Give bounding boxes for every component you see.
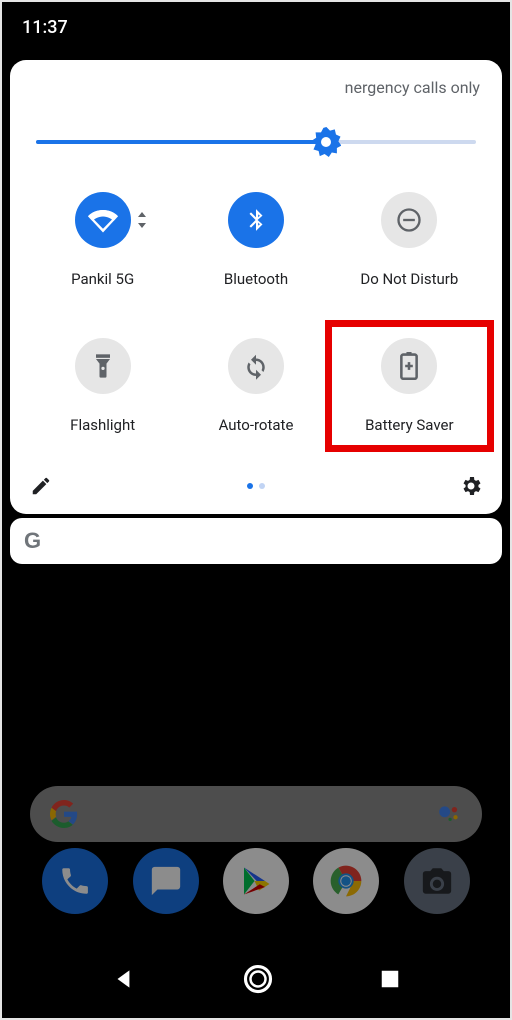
- wifi-icon: [88, 205, 118, 235]
- network-status-text: nergency calls only: [28, 78, 484, 100]
- app-camera[interactable]: [404, 848, 470, 914]
- edit-button[interactable]: [28, 473, 54, 499]
- tile-bluetooth[interactable]: Bluetooth: [181, 192, 330, 288]
- messages-icon: [149, 864, 183, 898]
- bluetooth-icon: [243, 207, 269, 233]
- status-bar: 11:37: [2, 2, 510, 52]
- assistant-icon: [436, 801, 462, 827]
- nav-recent-button[interactable]: [379, 968, 401, 994]
- google-g-icon: G: [24, 528, 41, 554]
- app-messages[interactable]: [133, 848, 199, 914]
- phone-icon: [58, 864, 92, 898]
- qs-tiles: Pankil 5G Bluetooth D: [28, 192, 484, 434]
- dock: [2, 848, 510, 914]
- home-search-pill[interactable]: [30, 786, 482, 842]
- tile-label: Auto-rotate: [219, 416, 294, 434]
- tile-dnd[interactable]: Do Not Disturb: [335, 192, 484, 288]
- back-icon: [111, 966, 137, 992]
- pencil-icon: [30, 475, 52, 497]
- page-dot: [259, 483, 265, 489]
- tile-flashlight[interactable]: Flashlight: [28, 338, 177, 434]
- gear-icon: [459, 474, 483, 498]
- tile-label: Battery Saver: [365, 416, 453, 434]
- app-chrome[interactable]: [313, 848, 379, 914]
- slider-thumb[interactable]: [311, 127, 341, 157]
- chrome-icon: [323, 858, 369, 904]
- tile-label: Do Not Disturb: [360, 270, 458, 288]
- home-icon: [243, 964, 273, 994]
- page-indicator: [247, 483, 265, 489]
- app-play[interactable]: [223, 848, 289, 914]
- dnd-icon: [395, 206, 423, 234]
- nav-home-button[interactable]: [243, 964, 273, 998]
- quick-settings-panel: nergency calls only: [10, 60, 502, 514]
- play-icon: [238, 863, 274, 899]
- brightness-icon: [311, 127, 341, 157]
- page-dot-active: [247, 483, 253, 489]
- tile-label: Pankil 5G: [71, 270, 134, 288]
- google-logo-icon: [50, 800, 78, 828]
- nav-back-button[interactable]: [111, 966, 137, 996]
- tile-battery-saver[interactable]: Battery Saver: [335, 338, 484, 434]
- recent-icon: [379, 968, 401, 990]
- tile-label: Bluetooth: [224, 270, 288, 288]
- tile-autorotate[interactable]: Auto-rotate: [181, 338, 330, 434]
- google-search-bar[interactable]: G: [10, 518, 502, 564]
- settings-button[interactable]: [458, 473, 484, 499]
- flashlight-icon: [92, 352, 114, 380]
- brightness-slider[interactable]: [36, 128, 476, 156]
- expand-icon[interactable]: [137, 212, 149, 228]
- slider-fill: [36, 140, 326, 144]
- autorotate-icon: [241, 351, 271, 381]
- tile-wifi[interactable]: Pankil 5G: [28, 192, 177, 288]
- camera-icon: [420, 864, 454, 898]
- status-clock: 11:37: [22, 17, 68, 38]
- battery-icon: [400, 352, 418, 380]
- tile-label: Flashlight: [70, 416, 135, 434]
- app-phone[interactable]: [42, 848, 108, 914]
- navigation-bar: [2, 944, 510, 1018]
- qs-footer: [28, 470, 484, 502]
